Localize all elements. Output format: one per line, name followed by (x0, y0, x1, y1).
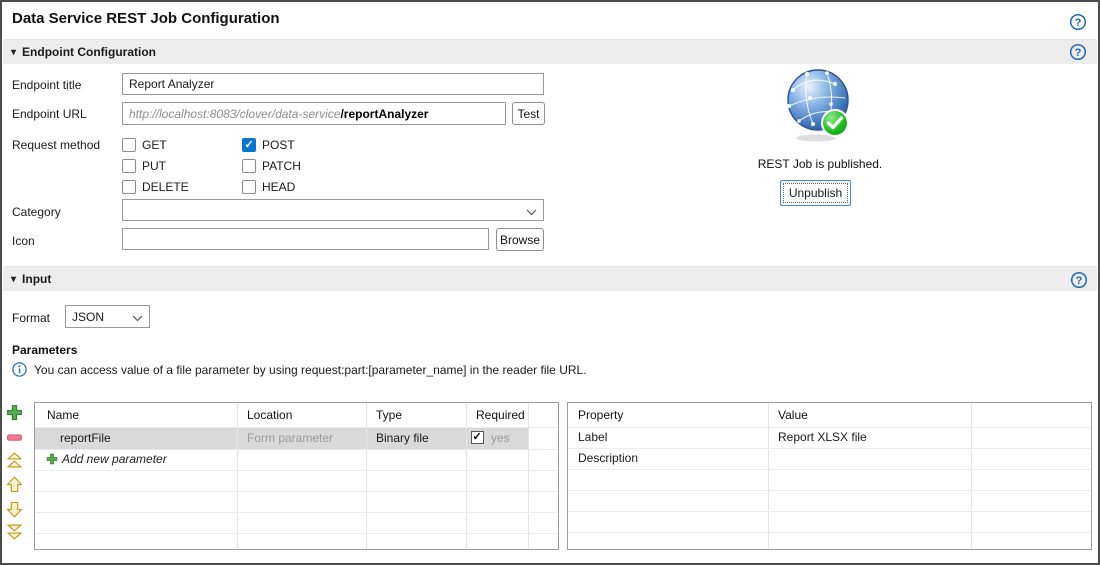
method-option-patch: PATCH (242, 159, 301, 173)
page-title: Data Service REST Job Configuration (12, 10, 280, 27)
get-checkbox[interactable] (122, 138, 136, 152)
svg-text:?: ? (1076, 275, 1083, 287)
section-title: Input (22, 272, 52, 286)
collapse-icon[interactable]: ▾ (11, 47, 16, 58)
move-top-icon[interactable] (6, 452, 23, 469)
format-label: Format (12, 311, 51, 325)
test-button[interactable]: Test (512, 102, 545, 125)
post-checkbox[interactable] (242, 138, 256, 152)
put-label: PUT (142, 159, 166, 173)
property-label-value-cell[interactable]: Report XLSX file (778, 430, 867, 444)
column-header-type[interactable]: Type (376, 408, 402, 422)
required-checkbox[interactable] (471, 430, 484, 444)
icon-label: Icon (12, 234, 35, 248)
svg-text:?: ? (1075, 17, 1082, 29)
add-parameter-icon[interactable] (6, 404, 23, 421)
data-service-configuration-window: Data Service REST Job Configuration ? ▾ … (0, 0, 1100, 565)
svg-text:?: ? (1075, 47, 1082, 59)
browse-button-label: Browse (499, 232, 540, 247)
move-up-icon[interactable] (6, 476, 23, 493)
published-globe-icon (783, 66, 853, 149)
request-method-label: Request method (12, 138, 101, 152)
column-header-name[interactable]: Name (47, 408, 79, 422)
endpoint-title-input[interactable]: Report Analyzer (122, 73, 544, 95)
publish-status-text: REST Job is published. (757, 157, 883, 171)
delete-label: DELETE (142, 180, 189, 194)
method-option-put: PUT (122, 159, 166, 173)
icon-input[interactable] (122, 228, 489, 250)
patch-label: PATCH (262, 159, 301, 173)
param-location-cell[interactable]: Form parameter (247, 431, 333, 445)
endpoint-help-icon[interactable]: ? (1069, 43, 1087, 61)
input-section-header[interactable]: ▾ Input (3, 266, 1097, 291)
unpublish-button-label: Unpublish (788, 186, 843, 200)
info-text: You can access value of a file parameter… (34, 362, 587, 377)
format-select[interactable]: JSON (65, 305, 150, 328)
head-checkbox[interactable] (242, 180, 256, 194)
head-label: HEAD (262, 180, 296, 194)
method-option-delete: DELETE (122, 180, 189, 194)
add-new-parameter-row[interactable]: Add new parameter (46, 452, 167, 466)
endpoint-url-path: /reportAnalyzer (340, 106, 429, 121)
required-value-label: yes (491, 431, 510, 445)
chevron-down-icon (526, 209, 537, 216)
method-option-head: HEAD (242, 180, 295, 194)
endpoint-title-value: Report Analyzer (129, 77, 215, 91)
property-label-cell[interactable]: Label (578, 430, 607, 444)
param-name-cell[interactable]: reportFile (60, 431, 111, 445)
collapse-icon[interactable]: ▾ (11, 274, 16, 285)
method-option-post: POST (242, 138, 295, 152)
column-header-property[interactable]: Property (578, 408, 623, 422)
move-down-icon[interactable] (6, 501, 23, 518)
endpoint-url-base: http://localhost:8083/clover/data-servic… (129, 106, 341, 121)
put-checkbox[interactable] (122, 159, 136, 173)
input-help-icon[interactable]: ? (1070, 271, 1088, 289)
category-label: Category (12, 205, 61, 219)
unpublish-button[interactable]: Unpublish (780, 180, 851, 206)
patch-checkbox[interactable] (242, 159, 256, 173)
endpoint-url-input[interactable]: http://localhost:8083/clover/data-servic… (122, 102, 506, 125)
property-table: Property Value Label Report XLSX file De… (567, 402, 1092, 550)
method-option-get: GET (122, 138, 167, 152)
format-value: JSON (72, 309, 105, 324)
section-title: Endpoint Configuration (22, 45, 156, 59)
column-header-location[interactable]: Location (247, 408, 292, 422)
test-button-label: Test (517, 106, 540, 121)
property-description-cell[interactable]: Description (578, 451, 638, 465)
endpoint-configuration-section-header[interactable]: ▾ Endpoint Configuration (3, 39, 1097, 64)
parameters-table: Name Location Type Required reportFile F… (34, 402, 559, 550)
move-bottom-icon[interactable] (6, 523, 23, 540)
category-select[interactable] (122, 199, 544, 221)
browse-button[interactable]: Browse (496, 228, 544, 251)
column-header-required[interactable]: Required (476, 408, 525, 422)
endpoint-title-label: Endpoint title (12, 78, 82, 92)
column-header-value[interactable]: Value (778, 408, 808, 422)
post-label: POST (262, 138, 295, 152)
info-icon (12, 362, 27, 377)
chevron-down-icon (132, 315, 143, 322)
param-type-cell[interactable]: Binary file (376, 431, 429, 445)
help-icon[interactable]: ? (1069, 13, 1087, 31)
delete-checkbox[interactable] (122, 180, 136, 194)
endpoint-url-label: Endpoint URL (12, 107, 87, 121)
add-new-parameter-label: Add new parameter (62, 452, 167, 466)
plus-icon (46, 453, 58, 465)
parameters-heading: Parameters (12, 343, 78, 357)
parameters-info: You can access value of a file parameter… (12, 362, 587, 377)
remove-parameter-icon[interactable] (6, 429, 23, 446)
get-label: GET (142, 138, 167, 152)
